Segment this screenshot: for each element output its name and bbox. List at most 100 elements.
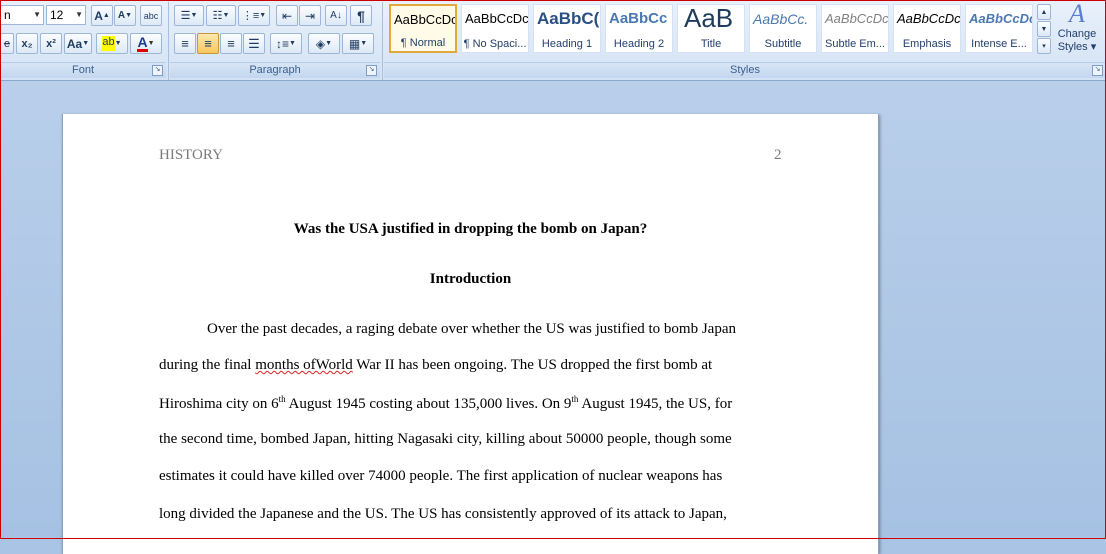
bullets-button[interactable]: ☰ ▼: [174, 5, 204, 26]
paint-bucket-icon: ◈: [315, 36, 326, 51]
font-name-combo[interactable]: n ▼: [0, 5, 44, 25]
chevron-down-icon: ▼: [1040, 25, 1048, 33]
subscript-button[interactable]: x₂: [16, 33, 38, 54]
style-name: Heading 2: [613, 38, 665, 50]
style-heading-1[interactable]: AaBbC( Heading 1: [533, 4, 601, 53]
body-line: long divided the Japanese and the US. Th…: [159, 506, 727, 522]
style-sample: AaB: [684, 4, 734, 33]
justify-button[interactable]: ☰: [243, 33, 265, 54]
styles-group-label: Styles: [384, 62, 1106, 78]
style-sample: AaBbCcDc: [897, 11, 961, 26]
shrink-font-icon: A: [117, 10, 126, 21]
paragraph-group: ☰ ▼ ☷ ▼ ⋮≡ ▼ ⇤ ⇥ A↓ ¶ ≡ ≡ ≡ ☰ ↕≡ ▼ ◈ ▼ ▦…: [170, 0, 380, 80]
chevron-down-icon[interactable]: ▼: [75, 6, 83, 24]
style-intense-emphasis[interactable]: AaBbCcDc Intense E...: [965, 4, 1033, 53]
body-line: Over the past decades, a raging debate o…: [207, 321, 736, 337]
font-size-value: 12: [50, 8, 64, 22]
body-text: during the final: [159, 357, 256, 373]
change-styles-label-2: Styles ▾: [1057, 41, 1097, 53]
style-name: Emphasis: [902, 38, 952, 50]
align-right-button[interactable]: ≡: [220, 33, 242, 54]
gallery-scroll-down[interactable]: ▼: [1037, 21, 1051, 37]
font-name-value: n: [4, 8, 11, 22]
body-text: August 1945 costing about 135,000 lives.…: [285, 396, 572, 412]
font-color-button[interactable]: A ▼: [130, 33, 162, 54]
decrease-indent-button[interactable]: ⇤: [276, 5, 298, 26]
change-styles-label-1: Change: [1057, 28, 1097, 40]
body-line: the second time, bombed Japan, hitting N…: [159, 431, 732, 447]
spelling-error: months ofWorld: [255, 357, 353, 373]
style-heading-2[interactable]: AaBbCc Heading 2: [605, 4, 673, 53]
styles-dialog-launcher[interactable]: ↘: [1092, 65, 1103, 76]
line-spacing-button[interactable]: ↕≡ ▼: [270, 33, 302, 54]
numbering-button[interactable]: ☷ ▼: [206, 5, 236, 26]
change-case-icon: Aa: [66, 36, 83, 51]
grow-font-button[interactable]: A ▲: [91, 5, 113, 26]
ribbon: n ▼ 12 ▼ A ▲ A ▼ abc e x₂ x² Aa ▼ ab ▼ A…: [0, 0, 1106, 81]
shading-button[interactable]: ◈ ▼: [308, 33, 340, 54]
increase-indent-button[interactable]: ⇥: [299, 5, 321, 26]
body-text: War II has been ongoing. The US dropped …: [352, 357, 713, 373]
show-formatting-button[interactable]: ¶: [350, 5, 372, 26]
superscript-button[interactable]: x²: [40, 33, 62, 54]
multilevel-list-icon: ⋮≡: [241, 10, 260, 22]
change-styles-icon: A: [1069, 0, 1085, 28]
body-line: during the final months ofWorld War II h…: [159, 357, 712, 374]
body-line: estimates it could have killed over 7400…: [159, 468, 723, 484]
font-color-icon: A: [137, 34, 148, 52]
justify-icon: ☰: [248, 35, 260, 51]
sort-button[interactable]: A↓: [325, 5, 347, 26]
clear-formatting-button[interactable]: abc: [140, 5, 162, 26]
style-title[interactable]: AaB Title: [677, 4, 745, 53]
paragraph-dialog-launcher[interactable]: ↘: [366, 65, 377, 76]
clear-formatting-icon: abc: [143, 10, 159, 21]
style-normal[interactable]: AaBbCcDc ¶ Normal: [389, 4, 457, 53]
running-header: HISTORY: [159, 147, 223, 163]
font-size-combo[interactable]: 12 ▼: [46, 5, 86, 25]
gallery-more-button[interactable]: ▾: [1037, 38, 1051, 54]
style-sample: AaBbC(: [537, 9, 600, 28]
style-name: Title: [700, 38, 722, 50]
style-sample: AaBbCc.: [753, 11, 809, 27]
highlight-button[interactable]: ab ▼: [96, 33, 128, 54]
highlighter-icon: ab: [102, 36, 115, 51]
align-right-icon: ≡: [227, 36, 235, 51]
group-separator: [382, 2, 383, 80]
decrease-indent-icon: ⇤: [281, 8, 293, 23]
style-sample: AaBbCcDc: [825, 11, 889, 26]
align-center-button[interactable]: ≡: [197, 33, 219, 54]
document-page[interactable]: HISTORY 2 Was the USA justified in dropp…: [62, 114, 879, 554]
font-dialog-launcher[interactable]: ↘: [152, 65, 163, 76]
gallery-scroll-up[interactable]: ▲: [1037, 4, 1051, 20]
shrink-font-button[interactable]: A ▼: [114, 5, 136, 26]
align-center-icon: ≡: [204, 36, 212, 51]
style-name: ¶ No Spaci...: [463, 38, 527, 50]
superscript-icon: x²: [46, 37, 56, 50]
change-styles-button[interactable]: A Change Styles ▾: [1054, 0, 1100, 62]
ordinal-suffix: th: [278, 394, 286, 404]
style-sample: AaBbCcDc: [394, 12, 457, 27]
style-sample: AaBbCc: [609, 10, 668, 27]
borders-button[interactable]: ▦ ▼: [342, 33, 374, 54]
style-no-spacing[interactable]: AaBbCcDc ¶ No Spaci...: [461, 4, 529, 53]
subscript-icon: x₂: [21, 37, 33, 50]
chevron-down-icon[interactable]: ▼: [33, 6, 41, 24]
grow-font-icon: A: [94, 8, 103, 23]
multilevel-list-button[interactable]: ⋮≡ ▼: [238, 5, 270, 26]
align-left-button[interactable]: ≡: [174, 33, 196, 54]
font-group: n ▼ 12 ▼ A ▲ A ▼ abc e x₂ x² Aa ▼ ab ▼ A…: [0, 0, 166, 80]
borders-icon: ▦: [348, 36, 361, 51]
paragraph-group-label: Paragraph: [170, 62, 380, 78]
document-title: Was the USA justified in dropping the bo…: [293, 221, 648, 237]
increase-indent-icon: ⇥: [304, 8, 316, 23]
style-emphasis[interactable]: AaBbCcDc Emphasis: [893, 4, 961, 53]
style-name: Intense E...: [971, 38, 1027, 50]
group-separator: [168, 2, 169, 80]
style-name: Subtitle: [764, 38, 802, 50]
style-subtle-emphasis[interactable]: AaBbCcDc Subtle Em...: [821, 4, 889, 53]
section-heading: Introduction: [429, 271, 512, 287]
style-name: ¶ Normal: [400, 37, 446, 49]
change-case-button[interactable]: Aa ▼: [64, 33, 92, 54]
style-subtitle[interactable]: AaBbCc. Subtitle: [749, 4, 817, 53]
strikethrough-button[interactable]: e: [0, 33, 14, 54]
